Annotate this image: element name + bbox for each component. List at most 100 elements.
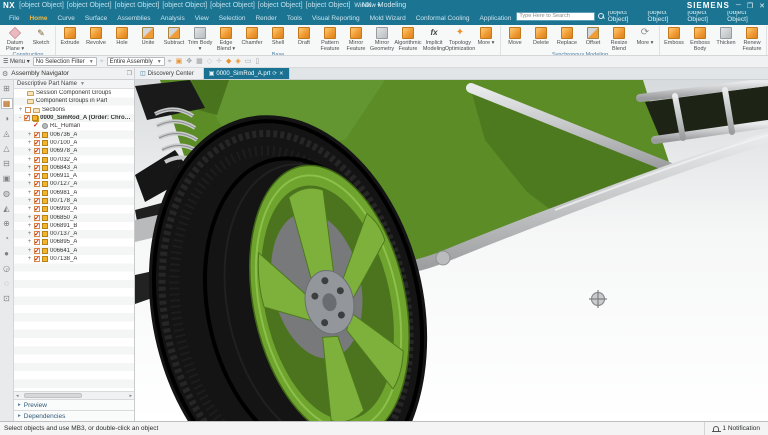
ribbon-button[interactable]: Algorithmic Feature	[395, 26, 421, 52]
titlebar-tool-icon[interactable]: [object Object]	[648, 9, 685, 23]
ribbon-button[interactable]: Revolve	[83, 26, 109, 52]
titlebar-tool-icon[interactable]: [object Object]	[608, 9, 645, 23]
search-input[interactable]: Type Here to Search	[516, 12, 595, 21]
checkbox[interactable]	[34, 157, 40, 163]
toolbar-icon[interactable]: ✛	[216, 58, 222, 65]
checkbox[interactable]	[24, 115, 30, 121]
expander-icon[interactable]: +	[27, 256, 32, 262]
checkbox[interactable]	[34, 132, 40, 138]
ribbon-button[interactable]: Extrude	[57, 26, 83, 52]
expander-icon[interactable]: +	[27, 248, 32, 254]
titlebar-tool-icon[interactable]: [object Object]	[727, 9, 764, 23]
resource-bar-icon[interactable]: ◑	[1, 113, 13, 124]
tree-row[interactable]: - 0000_SimRod_A (Order: Chronological)	[14, 114, 134, 122]
ribbon-button[interactable]: Resize Blend	[606, 26, 632, 52]
quick-access-icon[interactable]: [object Object]	[306, 2, 351, 9]
resource-bar-icon[interactable]: ⊞	[1, 83, 13, 94]
tree-row[interactable]: + 007138_A	[14, 255, 134, 263]
checkbox[interactable]	[34, 190, 40, 196]
toolbar-icon[interactable]: ▦	[196, 58, 203, 65]
tree-column-header[interactable]: Descriptive Part Name ▼	[14, 80, 134, 89]
checkbox[interactable]	[34, 239, 40, 245]
expander-icon[interactable]: +	[27, 132, 32, 138]
ribbon-button[interactable]: Offset	[580, 26, 606, 52]
resource-bar-icon[interactable]: ●	[1, 248, 13, 259]
ribbon-tab[interactable]: Selection	[214, 13, 251, 25]
expander-icon[interactable]: +	[27, 215, 32, 221]
quick-access-icon[interactable]: [object Object]	[115, 2, 160, 9]
toolbar-icon[interactable]: ▣	[176, 58, 183, 65]
ribbon-tab[interactable]: Curve	[53, 13, 80, 25]
checkbox[interactable]	[34, 181, 40, 187]
expander-icon[interactable]: +	[27, 231, 32, 237]
expander-icon[interactable]: +	[27, 190, 32, 196]
snap-icon[interactable]: ⌖	[100, 58, 104, 65]
ribbon-tab[interactable]: View	[190, 13, 214, 25]
ribbon-tab[interactable]: Home	[24, 13, 52, 25]
expander-icon[interactable]: +	[27, 148, 32, 154]
ribbon-tab[interactable]: Conformal Cooling	[411, 13, 475, 25]
resource-bar-icon[interactable]: ◌	[1, 278, 13, 289]
resource-bar-icon[interactable]: ◬	[1, 128, 13, 139]
quick-access-icon[interactable]: [object Object]	[19, 2, 64, 9]
ribbon-button[interactable]: Subtract	[161, 26, 187, 52]
resource-bar-icon[interactable]: ⊡	[1, 293, 13, 304]
resource-bar-icon[interactable]: ◍	[1, 188, 13, 199]
checkbox[interactable]	[34, 165, 40, 171]
viewport-3d-model[interactable]	[135, 80, 768, 421]
scroll-left-icon[interactable]: ◂	[14, 393, 21, 399]
ribbon-button[interactable]: Delete	[528, 26, 554, 52]
tree-row[interactable]: + 006978_A	[14, 147, 134, 155]
tree-row[interactable]: + 006641_A	[14, 247, 134, 255]
quick-access-icon[interactable]: [object Object]	[67, 2, 112, 9]
ribbon-button[interactable]: Emboss	[661, 26, 687, 52]
toolbar-icon[interactable]: ▭	[245, 58, 252, 65]
ribbon-button[interactable]: Draft	[291, 26, 317, 52]
close-button[interactable]: ✕	[759, 2, 765, 10]
checkbox[interactable]	[25, 107, 31, 113]
checkbox[interactable]	[34, 198, 40, 204]
checkbox[interactable]	[34, 148, 40, 154]
resource-bar-icon[interactable]: ◔	[1, 233, 13, 244]
resource-bar-icon[interactable]: ▦	[1, 98, 13, 109]
checkbox[interactable]	[34, 256, 40, 262]
tree-row[interactable]: + 007032_A	[14, 155, 134, 163]
ribbon-button[interactable]: ✎ Sketch	[28, 26, 54, 52]
resource-bar-icon[interactable]: △	[1, 143, 13, 154]
ribbon-button[interactable]: ✦ Topology Optimization	[447, 26, 473, 52]
document-tab[interactable]: ▣ 0000_SimRod_A.prt ⟳ ✕	[204, 68, 290, 79]
ribbon-tab[interactable]: Application	[475, 13, 517, 25]
tab-refresh-icon[interactable]: ⟳	[272, 71, 277, 77]
ribbon-tab[interactable]: Assemblies	[112, 13, 155, 25]
expander-icon[interactable]: +	[27, 140, 32, 146]
tree-row[interactable]: Component Groups in Part	[14, 97, 134, 105]
tree-row[interactable]: + 007100_A	[14, 139, 134, 147]
tree-row[interactable]: + Sections	[14, 106, 134, 114]
expander-icon[interactable]: +	[27, 165, 32, 171]
viewport-3d[interactable]	[135, 80, 768, 421]
document-tab[interactable]: ◫ Discovery Center	[135, 68, 204, 79]
ribbon-button[interactable]: Trim Body ▾	[187, 26, 213, 52]
quick-access-icon[interactable]: [object Object]	[258, 2, 303, 9]
ribbon-button[interactable]: Emboss Body	[687, 26, 713, 52]
notification-area[interactable]: 1 Notification	[704, 422, 768, 435]
toolbar-icon[interactable]: ✥	[186, 58, 192, 65]
ribbon-button[interactable]: Mirror Geometry	[369, 26, 395, 52]
quick-access-icon[interactable]: [object Object]	[162, 2, 207, 9]
resource-bar-icon[interactable]: ⊟	[1, 158, 13, 169]
ribbon-button[interactable]: Pattern Feature	[317, 26, 343, 52]
tree-row[interactable]: + 006911_A	[14, 172, 134, 180]
ribbon-tab[interactable]: Tools	[282, 13, 307, 25]
expander-icon[interactable]: +	[27, 239, 32, 245]
titlebar-tool-icon[interactable]: [object Object]	[687, 9, 724, 23]
horizontal-scrollbar[interactable]: ◂ ▸	[14, 391, 134, 399]
ribbon-tab[interactable]: File	[4, 13, 24, 25]
checkbox[interactable]	[34, 206, 40, 212]
selection-filter-dropdown[interactable]: No Selection Filter ▼	[33, 57, 97, 66]
tree-row[interactable]: + 006843_A	[14, 164, 134, 172]
tree-row[interactable]: Session Component Groups	[14, 89, 134, 97]
ribbon-button[interactable]: Chamfer	[239, 26, 265, 52]
checkbox[interactable]	[34, 123, 40, 129]
ribbon-tab[interactable]: Surface	[80, 13, 112, 25]
expander-icon[interactable]: +	[27, 206, 32, 212]
